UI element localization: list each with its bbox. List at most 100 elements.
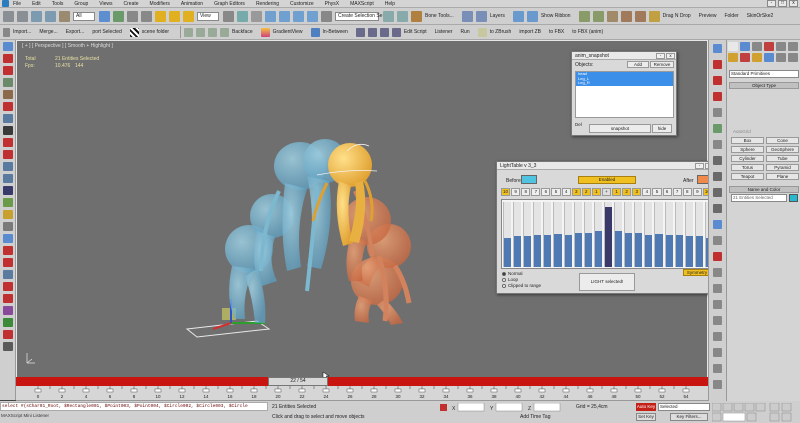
modify-tab-icon[interactable]	[740, 42, 750, 51]
link-tool-icon[interactable]	[3, 114, 13, 123]
keyframe-marker[interactable]	[442, 388, 450, 393]
menu-rendering[interactable]: Rendering	[256, 1, 279, 7]
rectangular-selection-icon[interactable]	[127, 10, 138, 22]
pose-icon[interactable]	[3, 210, 13, 219]
close-button[interactable]: x	[789, 0, 798, 7]
keyframe-marker[interactable]	[418, 388, 426, 393]
frame-offset-cell[interactable]: 1	[591, 188, 601, 196]
tool-7-icon[interactable]	[713, 140, 722, 149]
symmetry-toggle-button[interactable]: Symmetry	[683, 269, 711, 276]
hide-button[interactable]: hide	[652, 124, 672, 133]
keyframe-marker[interactable]	[82, 388, 90, 393]
drag-n-drop-button[interactable]: Drag N Drop	[663, 13, 691, 19]
tool-1-icon[interactable]	[713, 44, 722, 53]
key-mode-icon[interactable]	[712, 412, 722, 422]
tool-4-icon[interactable]	[713, 92, 722, 101]
percent-snap-icon[interactable]	[293, 10, 304, 22]
frame-offset-cell[interactable]: 8	[521, 188, 531, 196]
tool-22-icon[interactable]	[713, 380, 722, 389]
spinner-snap-icon[interactable]	[307, 10, 318, 22]
spline-icon[interactable]	[3, 198, 13, 207]
rotate-tool-icon[interactable]	[3, 66, 13, 75]
gradient-view-button[interactable]: GradientView	[273, 29, 303, 35]
track-bar[interactable]: 0 2 4 6 8 10 12 14 16 18 20 22 24 26 28 30 32 34 36 38 40 42 4…	[16, 386, 708, 401]
keyframe-marker[interactable]	[34, 388, 42, 393]
lights-icon[interactable]	[752, 53, 762, 62]
tool-15-icon[interactable]	[713, 268, 722, 277]
tool-10-icon[interactable]	[713, 188, 722, 197]
pivot-center-icon[interactable]	[223, 10, 234, 22]
menu-help[interactable]: Help	[385, 1, 395, 7]
to-zbrush-button[interactable]: to ZBrush	[490, 29, 512, 35]
render-icon[interactable]	[634, 10, 646, 22]
menu-file[interactable]: File	[13, 1, 21, 7]
show-ribbon-button[interactable]: Show Ribbon	[541, 13, 571, 19]
helper-icon[interactable]	[3, 126, 13, 135]
list-item[interactable]: Leg_R	[576, 80, 673, 86]
keyframe-marker[interactable]	[274, 388, 282, 393]
opacity-slider[interactable]	[684, 202, 693, 267]
keyframe-marker[interactable]	[514, 388, 522, 393]
object-type-button-plane[interactable]: Plane	[766, 173, 799, 180]
link-icon[interactable]	[31, 10, 42, 22]
tool-20-icon[interactable]	[713, 348, 722, 357]
go-to-end-icon[interactable]	[755, 403, 766, 412]
tool-11-icon[interactable]	[713, 204, 722, 213]
remove-button[interactable]: Remove	[650, 61, 674, 68]
frame-offset-cell[interactable]: +	[601, 188, 612, 196]
import-zb-button[interactable]: import ZB	[519, 29, 541, 35]
tool-21-icon[interactable]	[713, 364, 722, 373]
in-between-icon[interactable]	[310, 27, 320, 37]
previous-frame-icon[interactable]	[722, 403, 733, 412]
object-type-button-cone[interactable]: Cone	[766, 137, 799, 144]
menu-views[interactable]: Views	[99, 1, 112, 7]
opacity-slider[interactable]	[553, 202, 562, 267]
menu-create[interactable]: Create	[124, 1, 139, 7]
keyframe-marker[interactable]	[106, 388, 114, 393]
frame-offset-cell[interactable]: 6	[541, 188, 551, 196]
enabled-toggle-button[interactable]: Enabled	[578, 176, 636, 184]
opacity-slider[interactable]	[533, 202, 542, 267]
bone-icon[interactable]	[411, 10, 422, 22]
tool-6-icon[interactable]	[713, 124, 722, 133]
frame-offset-cell[interactable]: 3	[632, 188, 642, 196]
bone-edit-icon[interactable]	[3, 102, 13, 111]
constraint-icon[interactable]	[3, 150, 13, 159]
torus-tool-icon[interactable]	[391, 27, 401, 37]
keyframe-marker[interactable]	[610, 388, 618, 393]
next-frame-icon[interactable]	[744, 403, 755, 412]
frame-offset-cell[interactable]: 9	[511, 188, 521, 196]
drag-n-drop-icon[interactable]	[648, 10, 660, 22]
tool-13-icon[interactable]	[713, 236, 722, 245]
menu-graph-editors[interactable]: Graph Editors	[214, 1, 245, 7]
frame-offset-cell[interactable]: 7	[672, 188, 682, 196]
angle-snap-icon[interactable]	[279, 10, 290, 22]
space-warps-icon[interactable]	[788, 53, 798, 62]
keyframe-marker[interactable]	[250, 388, 258, 393]
preview-button[interactable]: Preview	[699, 13, 717, 19]
frame-offset-cell[interactable]: 10	[501, 188, 511, 196]
edit-named-selection-icon[interactable]	[321, 10, 332, 22]
opacity-slider[interactable]	[583, 202, 592, 267]
keyframe-marker[interactable]	[178, 388, 186, 393]
auto-key-button[interactable]: Auto Key	[636, 403, 656, 411]
move-tool-icon[interactable]	[3, 54, 13, 63]
cylinder-tool-icon[interactable]	[367, 27, 377, 37]
key-set-dropdown[interactable]: Selected	[658, 403, 710, 411]
maxscript-listener-input[interactable]: select #(sChar01_Root, $Rectangle001, $P…	[0, 402, 268, 411]
align-icon[interactable]	[397, 10, 408, 22]
curve-icon[interactable]	[3, 246, 13, 255]
object-type-button-geosphere[interactable]: GeoSphere	[766, 146, 799, 153]
object-type-button-tube[interactable]: Tube	[766, 155, 799, 162]
bone-create-icon[interactable]	[3, 90, 13, 99]
keyboard-shortcut-override-icon[interactable]	[251, 10, 262, 22]
tool-16-icon[interactable]	[713, 284, 722, 293]
motion-tab-icon[interactable]	[764, 42, 774, 51]
export-button[interactable]: Export...	[66, 29, 85, 35]
light-selected-button[interactable]: LIGHT selected!	[579, 273, 635, 291]
z-coordinate-field[interactable]	[533, 403, 561, 412]
frame-offset-cell[interactable]: 2	[581, 188, 591, 196]
opacity-slider[interactable]	[654, 202, 663, 267]
zbrush-icon[interactable]	[477, 27, 487, 37]
tool-2-icon[interactable]	[713, 60, 722, 69]
